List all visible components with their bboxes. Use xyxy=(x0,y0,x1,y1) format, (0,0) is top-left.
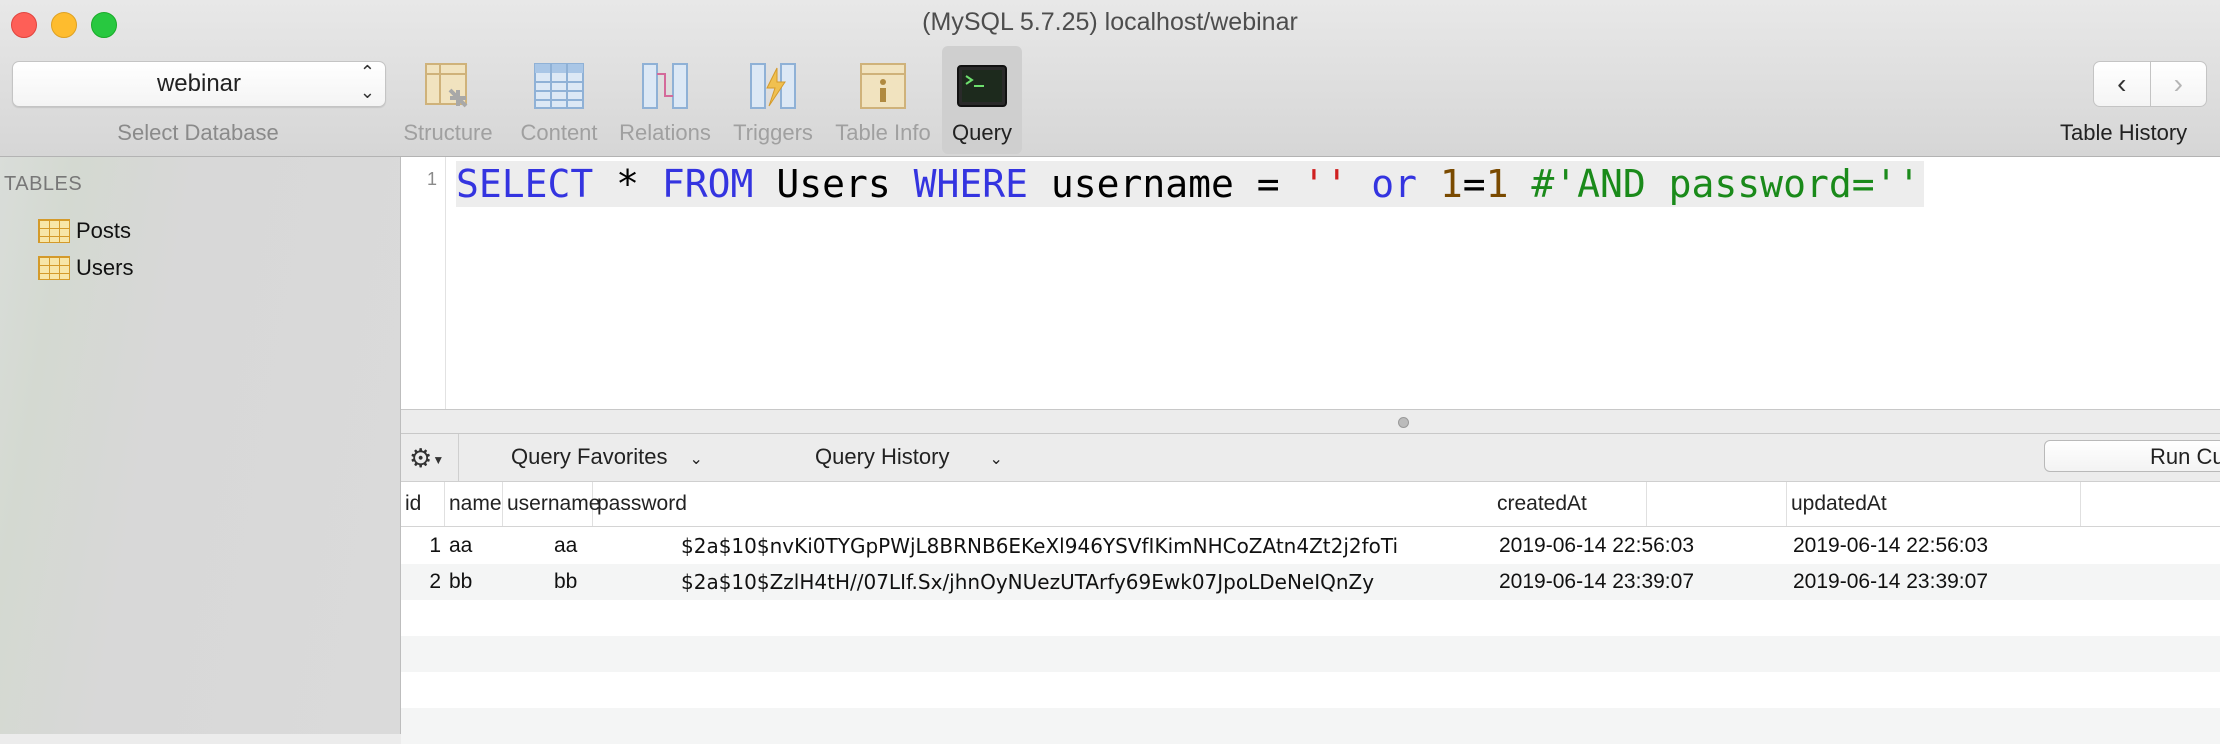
line-number-gutter: 1 xyxy=(401,157,446,409)
query-toolbar: ⚙▼ Query Favorites ⌄ Query History ⌄ Run C… xyxy=(401,434,2220,482)
query-text[interactable]: SELECT * FROM Users WHERE username = '' … xyxy=(456,161,1925,207)
query-favorites-dropdown[interactable]: Query Favorites ⌄ xyxy=(511,444,703,470)
query-history-dropdown[interactable]: Query History ⌄ xyxy=(815,444,1003,470)
database-select-value: webinar xyxy=(156,70,242,97)
cell-updatedat: 2019-06-14 23:39:07 xyxy=(1793,570,1988,593)
triggers-icon xyxy=(750,63,796,109)
sql-keyword: WHERE xyxy=(913,162,1028,206)
chevron-down-icon: ⌄ xyxy=(689,451,703,468)
table-history-label: Table History xyxy=(2060,120,2188,145)
sql-text: Users xyxy=(753,162,914,206)
sql-operator: = xyxy=(1462,162,1486,206)
sql-keyword: FROM xyxy=(661,162,754,206)
dropdown-arrow-icon: ▼ xyxy=(432,453,445,468)
cell-updatedat: 2019-06-14 22:56:03 xyxy=(1793,534,1988,557)
tab-content[interactable]: Content xyxy=(512,46,606,154)
query-history-label: Query History xyxy=(815,444,950,469)
database-select-label: Select Database xyxy=(117,120,279,145)
sidebar-item-users[interactable]: Users xyxy=(38,253,133,283)
history-back-button[interactable]: ‹ xyxy=(2094,62,2150,106)
table-icon xyxy=(38,219,70,243)
column-header-name[interactable]: name xyxy=(445,482,503,526)
sidebar-item-posts[interactable]: Posts xyxy=(38,216,131,246)
table-history-nav: ‹ › xyxy=(2093,61,2207,107)
tab-relations[interactable]: Relations xyxy=(614,46,716,154)
splitter-handle[interactable] xyxy=(1398,417,1409,428)
empty-row xyxy=(401,600,2220,636)
cell-id: 1 xyxy=(429,534,441,557)
cell-id: 2 xyxy=(429,570,441,593)
tab-label: Triggers xyxy=(733,120,813,145)
gear-menu-button[interactable]: ⚙▼ xyxy=(409,443,444,474)
select-arrows-icon: ⌃ ⌄ xyxy=(359,62,375,102)
tab-label: Structure xyxy=(403,120,493,145)
cell-username: bb xyxy=(554,570,578,593)
table-icon xyxy=(38,256,70,280)
column-header-username[interactable]: username xyxy=(503,482,600,526)
tab-table-info[interactable]: Table Info xyxy=(828,46,938,154)
query-favorites-label: Query Favorites xyxy=(511,444,668,469)
tab-query[interactable]: Query xyxy=(942,46,1022,154)
column-header-updatedat[interactable]: updatedAt xyxy=(1787,482,2081,526)
gear-icon: ⚙ xyxy=(409,443,433,473)
run-current-button[interactable]: Run Cu xyxy=(2044,440,2220,472)
split-view-divider[interactable] xyxy=(401,409,2220,434)
sql-text: * xyxy=(593,162,662,206)
tab-label: Query xyxy=(952,120,1012,145)
column-header-password[interactable]: password xyxy=(593,482,1647,526)
results-table: id name username password createdAt upda… xyxy=(401,482,2220,744)
structure-icon xyxy=(425,63,468,108)
tab-label: Content xyxy=(520,120,598,145)
empty-row xyxy=(401,708,2220,744)
sidebar-item-label: Users xyxy=(76,255,134,280)
cell-username: aa xyxy=(554,534,578,557)
relations-icon xyxy=(642,63,688,109)
empty-row xyxy=(401,672,2220,708)
line-number: 1 xyxy=(426,169,437,189)
sql-string: '' xyxy=(1302,162,1349,206)
column-header-createdat[interactable]: createdAt xyxy=(1493,482,1787,526)
empty-row xyxy=(401,636,2220,672)
history-forward-button[interactable]: › xyxy=(2149,62,2207,106)
sql-text: username = xyxy=(1027,162,1303,206)
sql-number: 1 xyxy=(1485,162,1509,206)
table-header: id name username password createdAt upda… xyxy=(401,482,2220,527)
sql-comment: #'AND password='' xyxy=(1531,162,1921,206)
chevron-left-icon: ‹ xyxy=(2117,68,2127,99)
divider xyxy=(458,434,459,481)
content-icon xyxy=(534,63,584,109)
cell-password: $2a$10$nvKi0TYGpPWjL8BRNB6EKeXl946YSVfIK… xyxy=(681,534,1399,558)
sidebar: TABLES Posts Users xyxy=(0,157,401,734)
table-row[interactable]: 1 aa aa $2a$10$nvKi0TYGpPWjL8BRNB6EKeXl9… xyxy=(401,528,2220,564)
query-editor[interactable]: 1 SELECT * FROM Users WHERE username = '… xyxy=(401,157,2220,409)
sql-keyword: or xyxy=(1371,162,1417,206)
table-row[interactable]: 2 bb bb $2a$10$ZzlH4tH//07LIf.Sx/jhnOyNU… xyxy=(401,564,2220,600)
title-bar: (MySQL 5.7.25) localhost/webinar webinar… xyxy=(0,0,2220,157)
chevron-down-icon: ⌄ xyxy=(989,451,1003,468)
sidebar-item-label: Posts xyxy=(76,218,132,243)
sql-number: 1 xyxy=(1439,162,1463,206)
cell-createdat: 2019-06-14 23:39:07 xyxy=(1499,570,1694,593)
column-header-id[interactable]: id xyxy=(401,482,445,526)
tab-label: Relations xyxy=(619,120,711,145)
cell-name: aa xyxy=(449,534,473,557)
cell-name: bb xyxy=(449,570,473,593)
terminal-icon xyxy=(957,65,1007,107)
tab-label: Table Info xyxy=(835,120,931,145)
table-info-icon xyxy=(860,63,906,109)
database-select[interactable]: webinar ⌃ ⌄ xyxy=(12,61,386,107)
tab-triggers[interactable]: Triggers xyxy=(726,46,820,154)
chevron-right-icon: › xyxy=(2173,68,2183,99)
window-title: (MySQL 5.7.25) localhost/webinar xyxy=(922,8,1298,36)
sidebar-header: TABLES xyxy=(4,173,83,195)
cell-createdat: 2019-06-14 22:56:03 xyxy=(1499,534,1694,557)
tab-structure[interactable]: Structure xyxy=(398,46,498,154)
sql-keyword: SELECT xyxy=(456,162,594,206)
cell-password: $2a$10$ZzlH4tH//07LIf.Sx/jhnOyNUezUTArfy… xyxy=(681,570,1375,594)
